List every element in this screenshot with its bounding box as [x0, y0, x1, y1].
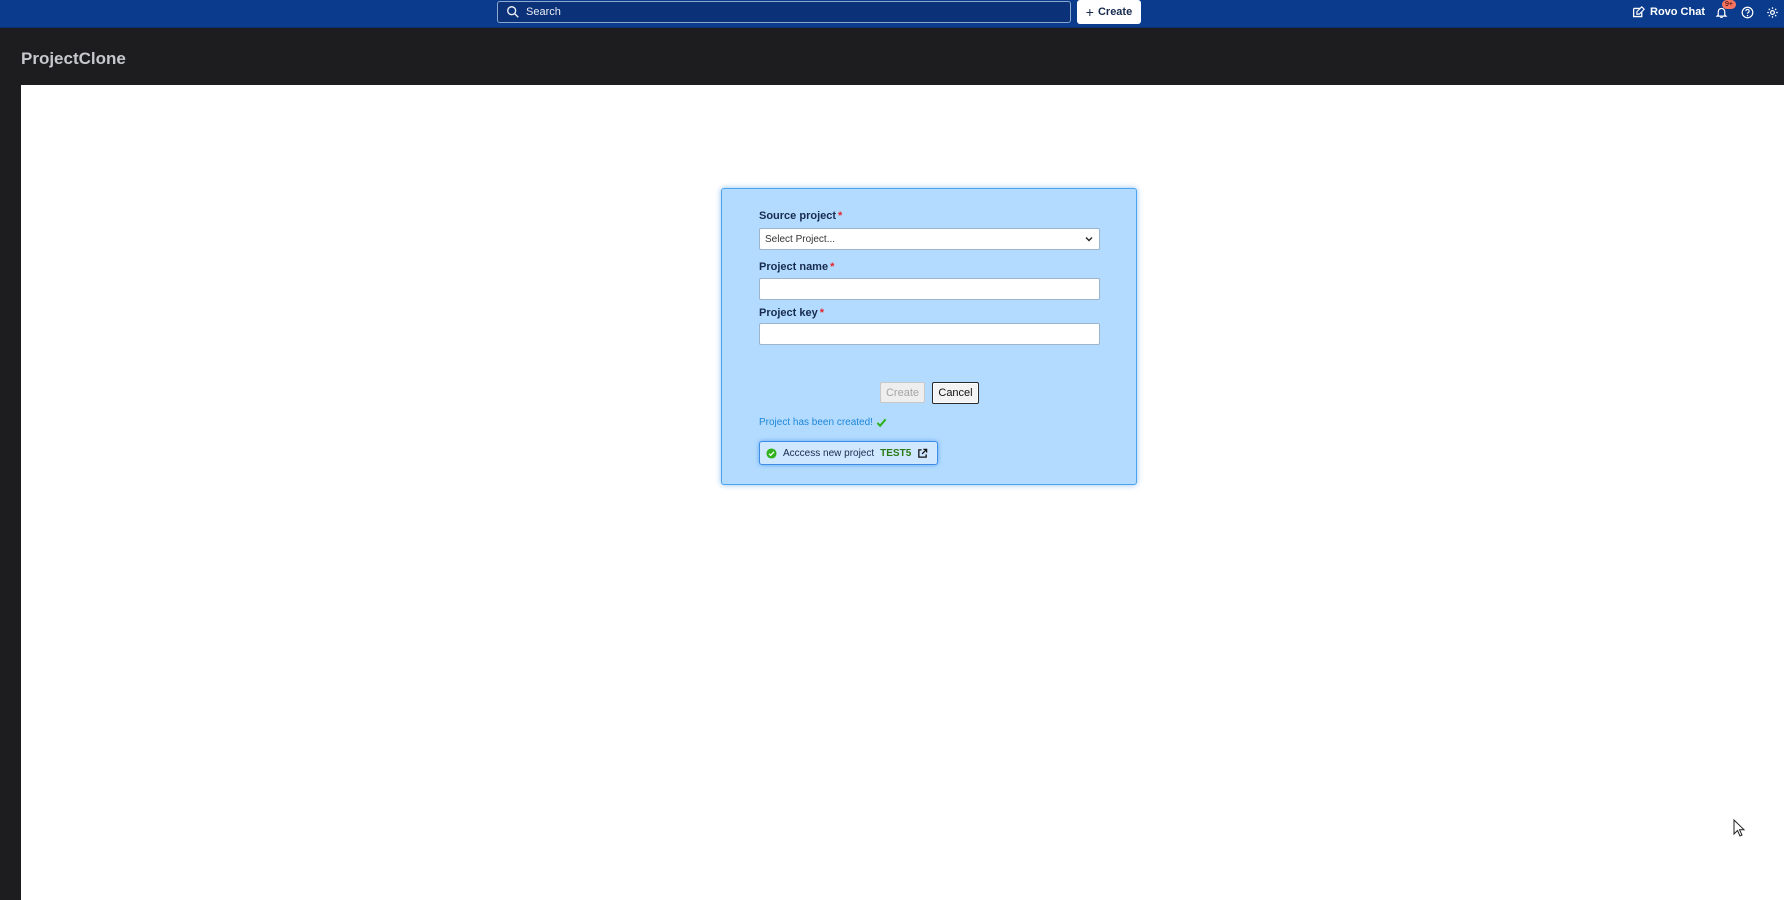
- gear-icon: [1766, 6, 1778, 18]
- cancel-button[interactable]: Cancel: [932, 382, 979, 404]
- required-marker: *: [819, 307, 824, 319]
- project-key-label-text: Project key: [759, 307, 818, 319]
- project-name-label: Project name *: [759, 261, 834, 273]
- project-key-input[interactable]: [759, 323, 1100, 345]
- source-project-select[interactable]: Select Project...: [759, 228, 1100, 250]
- create-button[interactable]: Create: [880, 382, 925, 403]
- app-header: [0, 28, 1784, 85]
- plus-icon: +: [1085, 4, 1094, 20]
- source-project-label: Source project *: [759, 210, 842, 222]
- notification-badge: 9+: [1722, 0, 1736, 9]
- success-message: Project has been created!: [759, 417, 887, 428]
- project-key-badge: TEST5: [880, 447, 912, 459]
- clone-form-panel: Source project * Select Project... Projec…: [721, 188, 1137, 485]
- mouse-cursor-icon: [1733, 819, 1745, 837]
- chevron-down-icon: [1085, 237, 1093, 242]
- access-new-project-link[interactable]: Acccess new project TEST5: [759, 441, 938, 465]
- rovo-chat-icon: [1632, 5, 1645, 17]
- page-title: ProjectClone: [21, 49, 126, 68]
- create-label: Create: [1097, 6, 1133, 18]
- help-button[interactable]: [1739, 4, 1755, 20]
- create-button-top[interactable]: + Create: [1077, 0, 1141, 24]
- project-key-label: Project key *: [759, 307, 824, 319]
- external-link-icon: [918, 448, 928, 458]
- content-area: Source project * Select Project... Projec…: [21, 85, 1784, 900]
- top-navigation: Search + Create Rovo Chat 9+: [0, 0, 1784, 28]
- search-icon: [507, 6, 519, 18]
- check-circle-icon: [766, 447, 777, 459]
- required-marker: *: [830, 261, 835, 273]
- source-project-value: Select Project...: [765, 233, 836, 245]
- rovo-chat-label: Rovo Chat: [1650, 6, 1705, 18]
- required-marker: *: [838, 210, 843, 222]
- project-name-input[interactable]: [759, 278, 1100, 300]
- project-name-label-text: Project name: [759, 261, 829, 273]
- search-input[interactable]: Search: [497, 1, 1071, 23]
- rovo-chat-button[interactable]: Rovo Chat: [1632, 3, 1705, 21]
- search-placeholder: Search: [526, 6, 561, 18]
- access-label: Acccess new project: [783, 447, 875, 459]
- settings-button[interactable]: [1764, 4, 1780, 20]
- source-project-label-text: Source project: [759, 210, 837, 222]
- help-icon: [1741, 6, 1753, 18]
- success-message-text: Project has been created!: [759, 417, 873, 428]
- checkmark-icon: [876, 418, 887, 428]
